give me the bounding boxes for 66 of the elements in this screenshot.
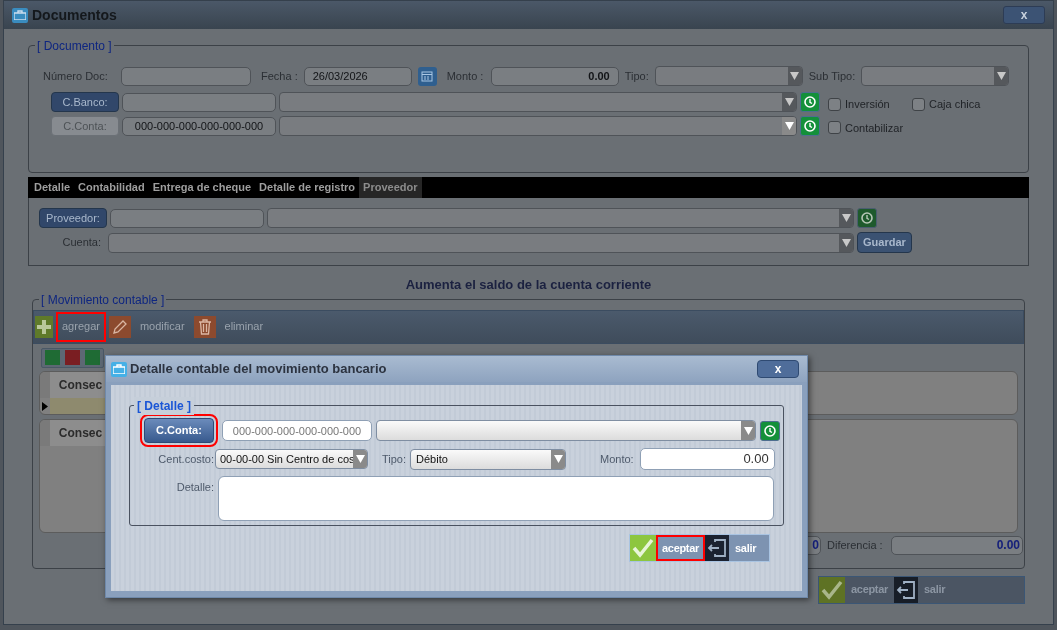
calendar-icon[interactable] [417, 66, 437, 86]
checkbox-label: Caja chica [929, 97, 981, 112]
field-label: Número Doc: [43, 68, 109, 84]
field-label: Cuenta: [61, 235, 102, 251]
document-number-field[interactable] [121, 66, 251, 86]
field-label: Fecha : [261, 68, 298, 84]
edit-button[interactable]: modificar [133, 311, 191, 342]
checkbox-label: Contabilizar [845, 120, 904, 136]
checkmark-icon [630, 535, 656, 561]
dropdown[interactable] [654, 66, 803, 86]
checkbox[interactable] [828, 97, 841, 111]
plus-icon [35, 315, 53, 338]
tab[interactable]: Contabilidad [74, 177, 149, 198]
detail-field[interactable] [218, 476, 774, 521]
accept-button[interactable]: aceptar [845, 576, 895, 603]
type-dropdown[interactable]: Débito [410, 448, 567, 470]
tab[interactable]: Entrega de cheque [148, 177, 256, 198]
tab[interactable]: Detalle de registro [255, 177, 360, 198]
briefcase-icon [111, 361, 127, 377]
exit-icon [705, 535, 730, 561]
exit-icon [894, 576, 919, 603]
refresh-icon[interactable] [857, 208, 877, 228]
tab[interactable]: Proveedor [359, 177, 422, 198]
difference-field: 0.00 [891, 535, 1023, 555]
balance-note: Aumenta el saldo de la cuenta corriente [405, 276, 652, 294]
refresh-icon[interactable] [800, 92, 820, 112]
field-label: Monto : [446, 68, 485, 84]
account-code-field[interactable] [122, 92, 276, 112]
checkbox-label: Inversión [845, 97, 890, 112]
account-dropdown[interactable] [376, 420, 756, 441]
delete-button[interactable]: eliminar [218, 311, 270, 342]
dialog-title: Detalle contable del movimiento bancario [130, 360, 387, 379]
field-label: Monto: [600, 451, 634, 467]
pencil-icon [108, 315, 131, 338]
checkmark-icon [819, 576, 845, 603]
field-label: Sub Tipo: [808, 68, 856, 84]
checkbox[interactable] [912, 97, 925, 111]
supplier-code-field[interactable] [110, 208, 264, 228]
account-button[interactable]: C.Banco: [51, 92, 119, 112]
briefcase-icon [12, 7, 28, 23]
field-label: Detalle: [175, 480, 214, 495]
refresh-icon[interactable] [760, 420, 780, 441]
supplier-button[interactable]: Proveedor: [39, 208, 107, 228]
amount-field[interactable]: 0.00 [490, 66, 619, 86]
amount-field[interactable]: 0.00 [639, 448, 775, 470]
group-legend: [ Detalle ] [134, 397, 194, 415]
checkbox[interactable] [828, 121, 841, 135]
field-label: Cent.costo: [157, 451, 214, 467]
close-button[interactable]: x [1003, 6, 1045, 24]
add-button[interactable]: agregar [56, 311, 106, 342]
refresh-icon[interactable] [800, 116, 820, 136]
field-label: Tipo: [382, 451, 407, 467]
save-button[interactable]: Guardar [857, 232, 912, 253]
accept-button[interactable]: aceptar [656, 535, 706, 561]
account-dropdown[interactable] [279, 116, 797, 136]
window-title: Documentos [32, 5, 117, 25]
tab[interactable]: Detalle [30, 177, 75, 198]
field-label: Tipo: [624, 68, 649, 84]
exit-button[interactable]: salir [729, 535, 763, 561]
trash-icon [193, 315, 216, 338]
close-button[interactable]: x [757, 360, 799, 378]
field-label: Diferencia : [827, 537, 884, 553]
exit-button[interactable]: salir [918, 576, 952, 603]
account-code-field[interactable]: 000-000-000-000-000-000 [222, 420, 372, 441]
supplier-dropdown[interactable] [267, 208, 854, 228]
date-field[interactable]: 26/03/2026 [303, 66, 412, 86]
